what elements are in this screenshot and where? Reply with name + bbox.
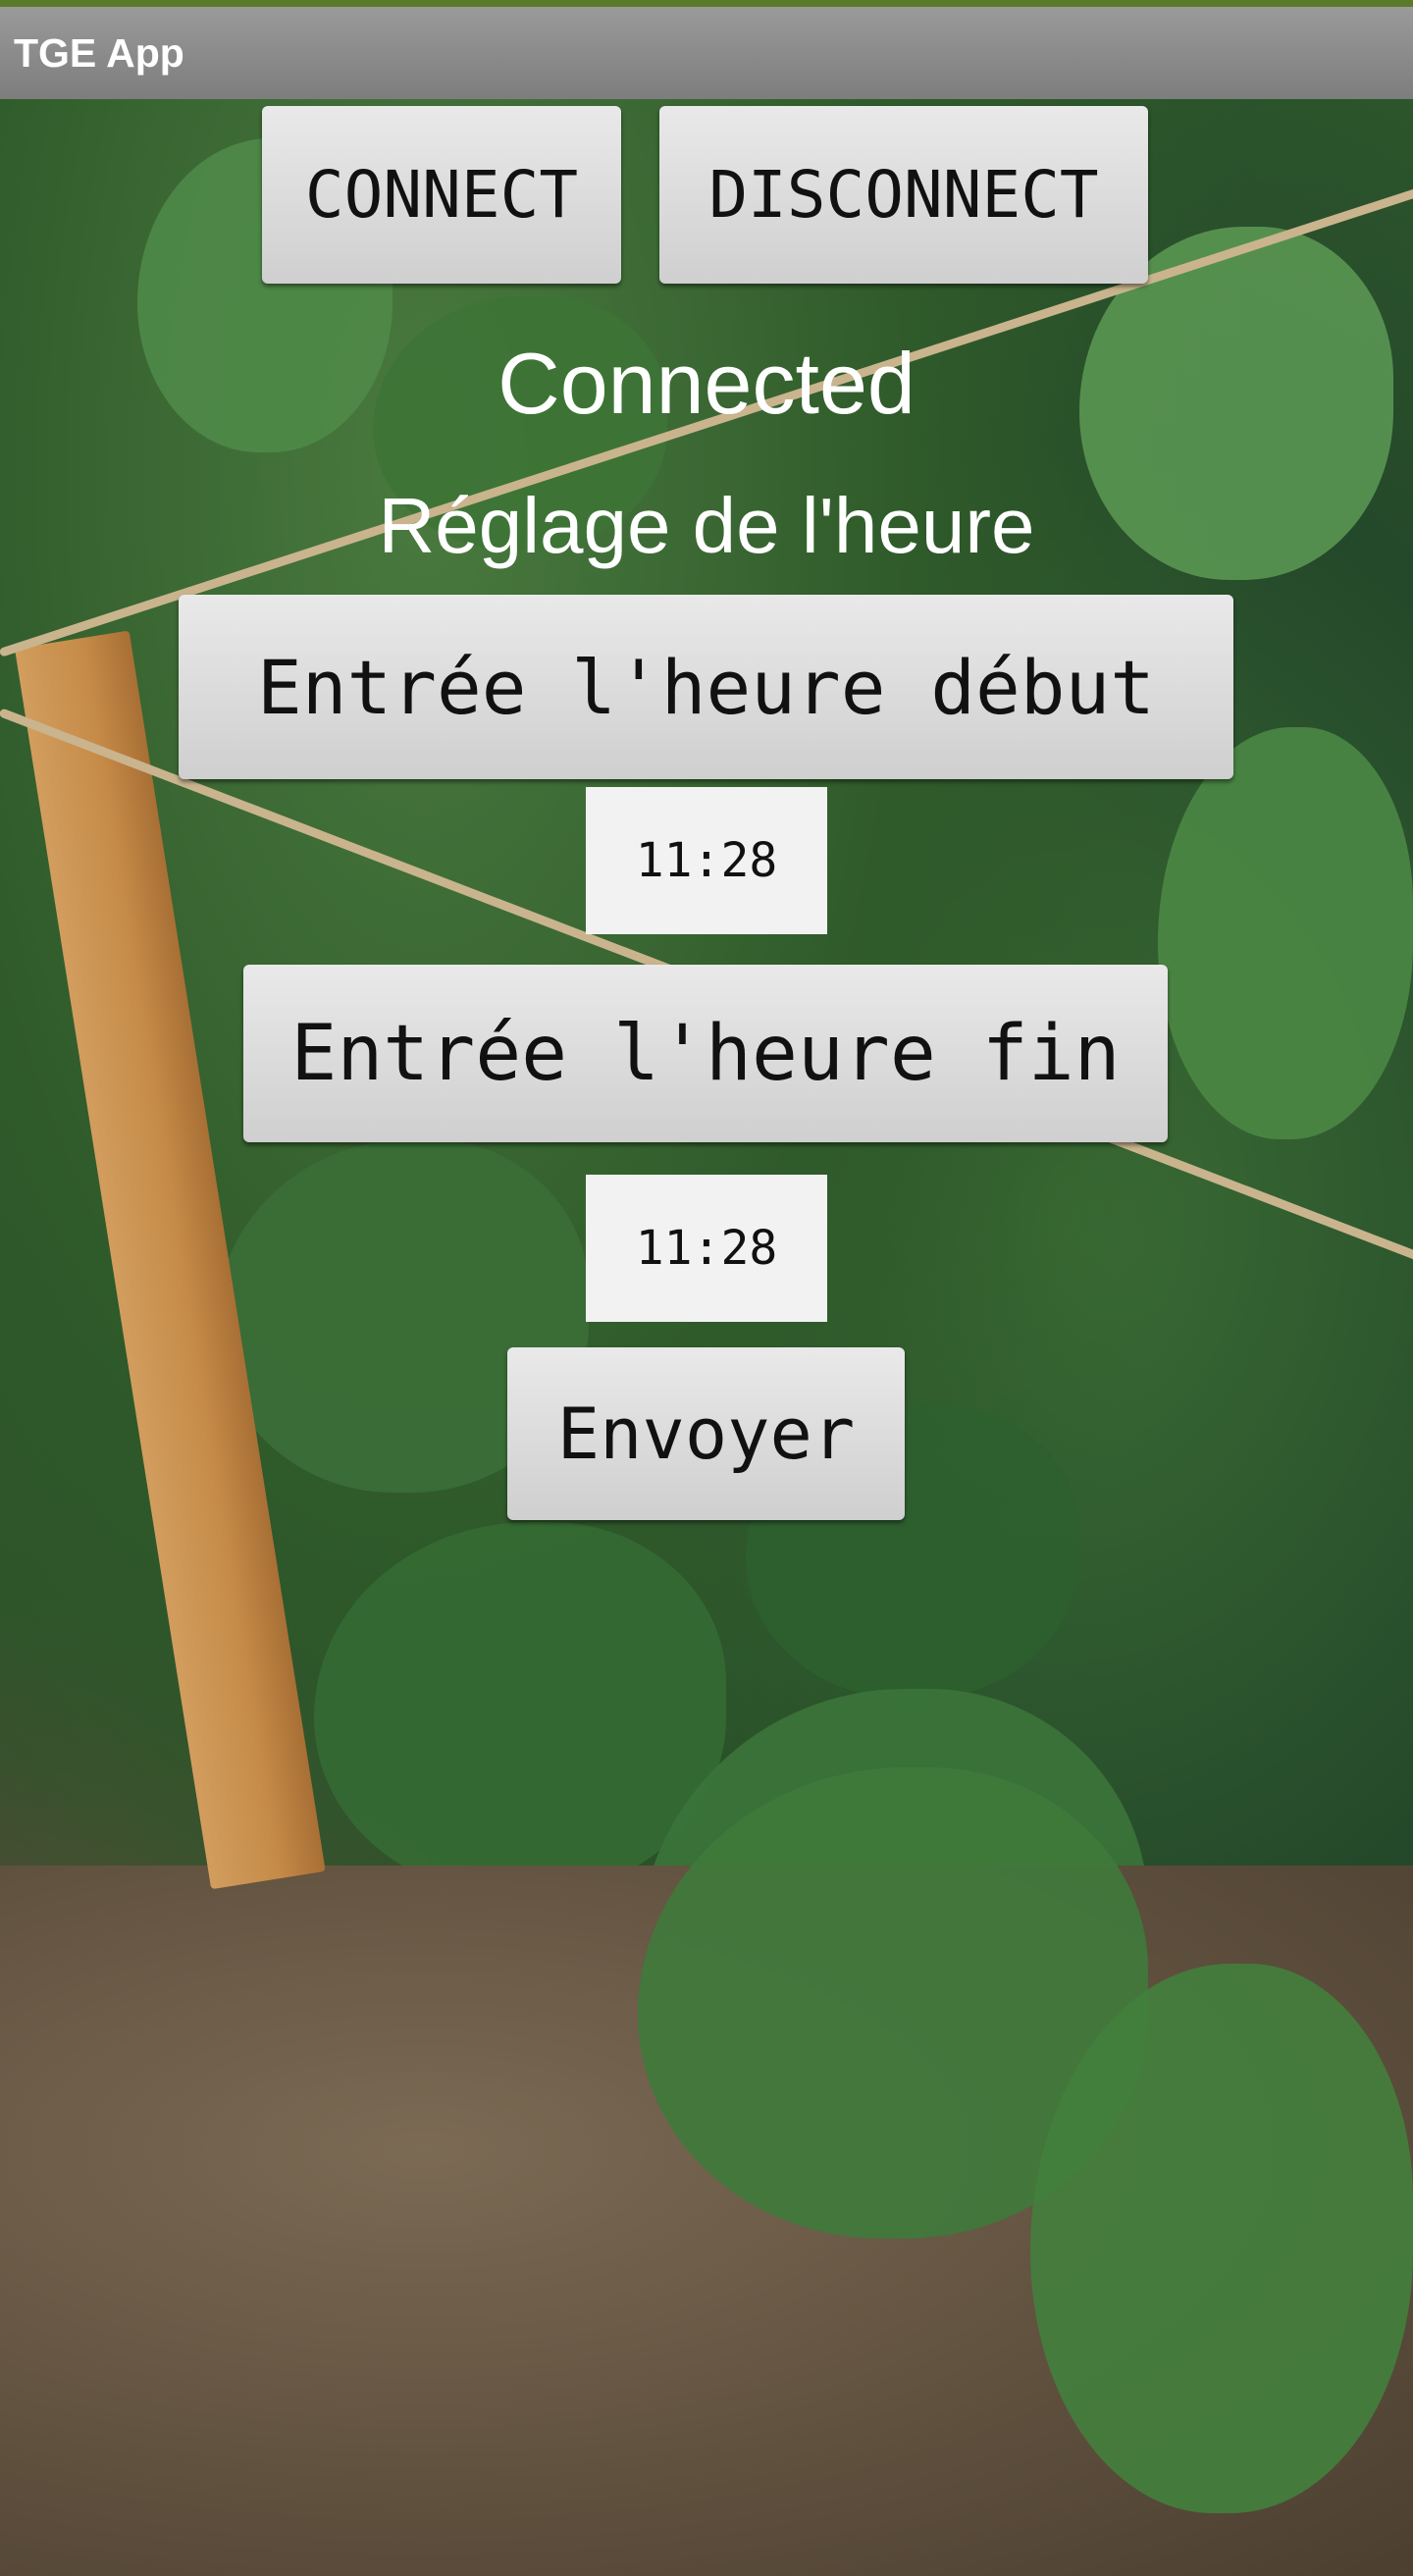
app-title: TGE App bbox=[14, 29, 184, 76]
leaf-shape bbox=[1158, 727, 1413, 1139]
title-bar: TGE App bbox=[0, 7, 1413, 99]
send-button[interactable]: Envoyer bbox=[507, 1347, 905, 1520]
top-accent-line bbox=[0, 0, 1413, 7]
connection-status-label: Connected bbox=[497, 335, 916, 432]
start-time-display: 11:28 bbox=[586, 787, 827, 934]
end-time-button[interactable]: Entrée l'heure fin bbox=[243, 965, 1168, 1142]
garden-background-image bbox=[0, 99, 1413, 2576]
start-time-button[interactable]: Entrée l'heure début bbox=[179, 595, 1233, 779]
end-time-display: 11:28 bbox=[586, 1175, 827, 1322]
disconnect-button[interactable]: DISCONNECT bbox=[659, 106, 1148, 284]
time-settings-title: Réglage de l'heure bbox=[378, 482, 1035, 569]
connect-button[interactable]: CONNECT bbox=[262, 106, 621, 284]
